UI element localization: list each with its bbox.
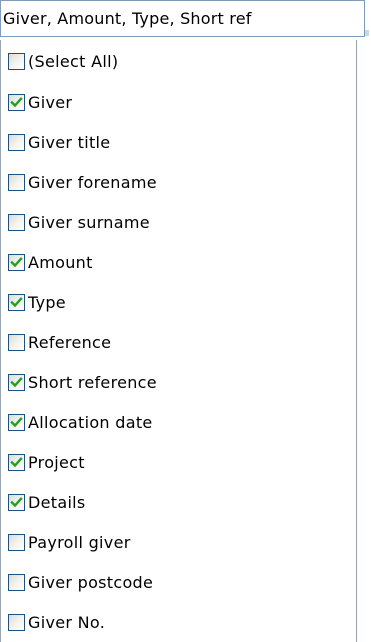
checkbox-giver-title[interactable] — [8, 133, 25, 151]
option-item-type[interactable]: Type — [1, 282, 356, 322]
option-item-giver-postcode[interactable]: Giver postcode — [1, 562, 356, 602]
checkmark-icon — [10, 296, 23, 307]
option-item-project[interactable]: Project — [1, 442, 356, 482]
checkmark-icon — [10, 376, 23, 387]
checkbox-payroll-giver[interactable] — [8, 533, 25, 551]
checkmark-icon — [10, 416, 23, 427]
checkbox-select-all[interactable] — [8, 52, 25, 70]
option-label: Reference — [28, 332, 112, 352]
multi-select-dropdown: Giver, Amount, Type, Short ref (Select A… — [0, 0, 371, 642]
option-label: Amount — [28, 252, 93, 272]
option-item-details[interactable]: Details — [1, 482, 356, 522]
checkbox-short-reference[interactable] — [8, 373, 25, 391]
option-label: Giver surname — [28, 212, 150, 232]
option-label: Giver postcode — [28, 572, 154, 592]
selected-columns-text: Giver, Amount, Type, Short ref — [3, 9, 252, 28]
options-list: (Select All) Giver Giver title Giver for… — [1, 40, 356, 642]
checkmark-icon — [10, 96, 23, 107]
option-item-giver-title[interactable]: Giver title — [1, 122, 356, 162]
selected-columns-field[interactable]: Giver, Amount, Type, Short ref — [0, 0, 365, 37]
option-item-short-reference[interactable]: Short reference — [1, 362, 356, 402]
option-label: Type — [28, 292, 66, 312]
checkmark-icon — [10, 456, 23, 467]
option-label: Allocation date — [28, 412, 153, 432]
option-label: Giver — [28, 92, 73, 112]
option-label: Giver title — [28, 132, 111, 152]
option-label: Details — [28, 492, 86, 512]
checkbox-giver-surname[interactable] — [8, 213, 25, 231]
option-item-giver-no[interactable]: Giver No. — [1, 602, 356, 642]
option-item-payroll-giver[interactable]: Payroll giver — [1, 522, 356, 562]
checkbox-type[interactable] — [8, 293, 25, 311]
option-item-select-all[interactable]: (Select All) — [1, 40, 356, 82]
checkbox-allocation-date[interactable] — [8, 413, 25, 431]
checkbox-giver-postcode[interactable] — [8, 573, 25, 591]
option-item-reference[interactable]: Reference — [1, 322, 356, 362]
option-label: Giver forename — [28, 172, 157, 192]
option-item-giver-forename[interactable]: Giver forename — [1, 162, 356, 202]
options-list-panel: (Select All) Giver Giver title Giver for… — [0, 40, 357, 642]
checkbox-project[interactable] — [8, 453, 25, 471]
option-label: Project — [28, 452, 85, 472]
checkbox-giver-forename[interactable] — [8, 173, 25, 191]
option-label: Giver No. — [28, 612, 106, 632]
option-item-giver[interactable]: Giver — [1, 82, 356, 122]
option-label: Short reference — [28, 372, 157, 392]
option-label: (Select All) — [28, 51, 119, 71]
checkmark-icon — [10, 496, 23, 507]
checkbox-giver-no[interactable] — [8, 613, 25, 631]
checkbox-details[interactable] — [8, 493, 25, 511]
checkbox-giver[interactable] — [8, 93, 25, 111]
option-item-allocation-date[interactable]: Allocation date — [1, 402, 356, 442]
checkbox-reference[interactable] — [8, 333, 25, 351]
resize-handle[interactable] — [365, 30, 369, 36]
option-item-amount[interactable]: Amount — [1, 242, 356, 282]
option-item-giver-surname[interactable]: Giver surname — [1, 202, 356, 242]
option-label: Payroll giver — [28, 532, 131, 552]
checkbox-amount[interactable] — [8, 253, 25, 271]
checkmark-icon — [10, 256, 23, 267]
